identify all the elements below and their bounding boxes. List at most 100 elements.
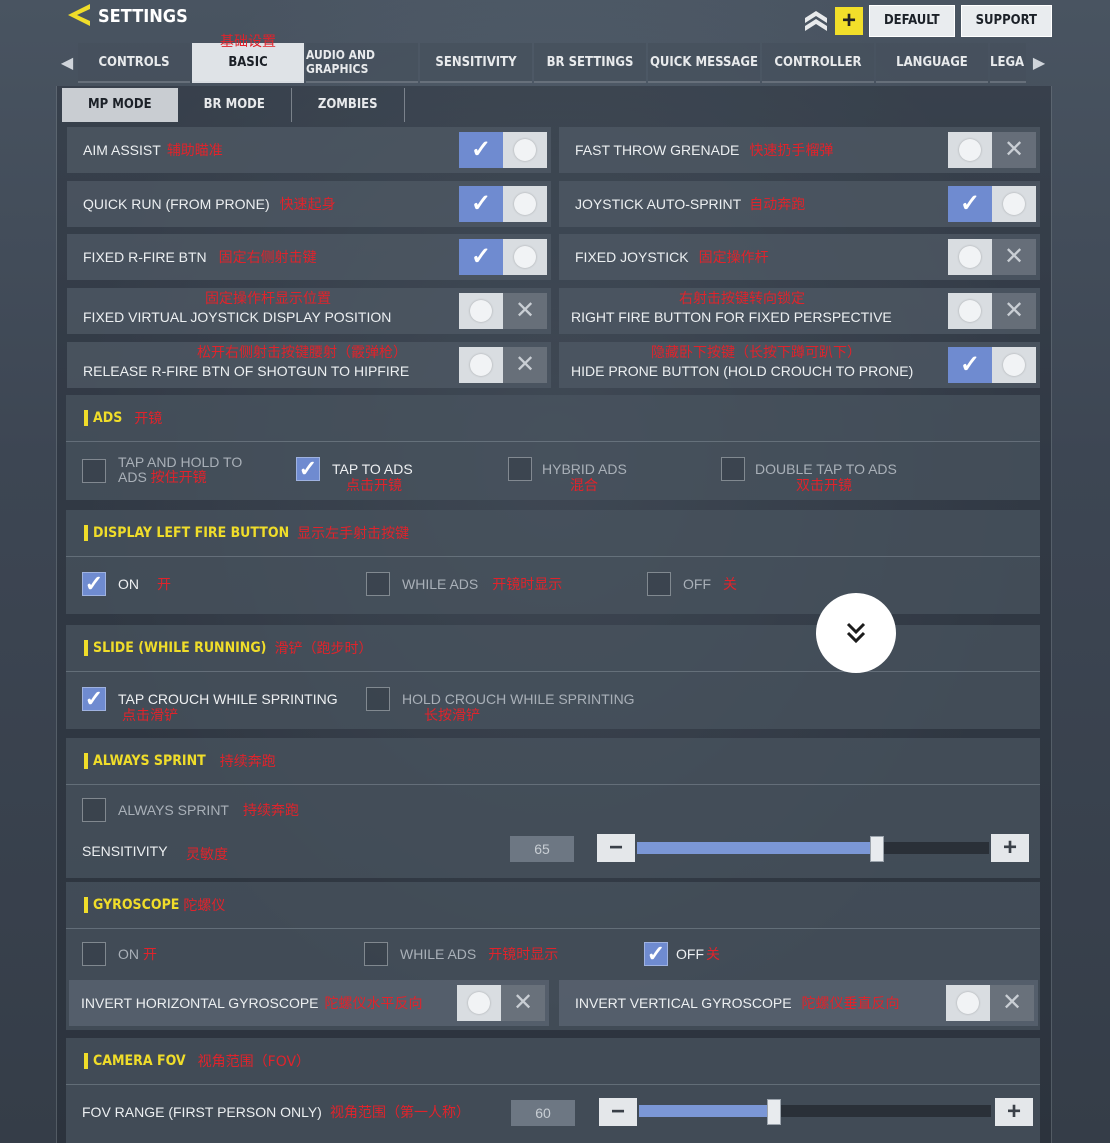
mode-mp[interactable]: MP MODE: [62, 88, 178, 122]
back-arrow-icon[interactable]: [66, 2, 92, 28]
tab-legal[interactable]: LEGA: [990, 43, 1026, 83]
section-header: DISPLAY LEFT FIRE BUTTON 显示左手射击按键: [66, 510, 1040, 557]
gyro-off[interactable]: OFF 关: [644, 942, 720, 966]
checkbox[interactable]: [508, 457, 532, 481]
tab-language[interactable]: LANGUAGE: [876, 43, 988, 83]
section-annotation: 视角范围（FOV）: [197, 1054, 311, 1070]
ads-option-hold[interactable]: TAP AND HOLD TO ADS 按住开镜: [82, 455, 242, 486]
toggle-knob: [470, 300, 492, 322]
setting-annotation: 辅助瞄准: [166, 143, 223, 159]
setting-label: QUICK RUN (FROM PRONE): [83, 196, 270, 212]
slide-tap-option[interactable]: TAP CROUCH WHILE SPRINTING: [82, 687, 338, 711]
tab-audio-graphics[interactable]: AUDIO AND GRAPHICS: [306, 43, 418, 83]
add-currency-button[interactable]: +: [834, 7, 863, 35]
checkbox[interactable]: [82, 942, 106, 966]
checkbox[interactable]: [296, 457, 320, 481]
left-fire-off[interactable]: OFF 关: [647, 572, 737, 596]
option-annotation: 按住开镜: [150, 470, 207, 486]
fov-minus-button[interactable]: −: [599, 1098, 637, 1126]
sensitivity-minus-button[interactable]: −: [597, 834, 635, 862]
tab-sensitivity[interactable]: SENSITIVITY: [420, 43, 532, 83]
sensitivity-slider-track[interactable]: [637, 836, 989, 862]
checkbox[interactable]: [82, 572, 106, 596]
fov-value[interactable]: 60: [511, 1100, 575, 1126]
tab-left-arrow-icon[interactable]: ◀: [56, 43, 78, 83]
tab-controls[interactable]: CONTROLS: [78, 43, 190, 83]
right-fire-toggle[interactable]: ✕: [948, 293, 1036, 329]
fov-annotation: 视角范围（第一人称）: [330, 1105, 470, 1121]
tab-right-arrow-icon[interactable]: ▶: [1028, 43, 1050, 83]
support-button[interactable]: SUPPORT: [960, 5, 1052, 37]
fast-throw-toggle[interactable]: ✕: [948, 132, 1036, 168]
fixed-rfire-row: FIXED R-FIRE BTN 固定右侧射击键 ✓: [67, 234, 551, 280]
always-sprint-option[interactable]: ALWAYS SPRINT 持续奔跑: [82, 798, 299, 822]
gyro-on[interactable]: ON 开: [82, 942, 157, 966]
ads-option-hybrid[interactable]: HYBRID ADS: [508, 457, 627, 481]
checkbox[interactable]: [644, 942, 668, 966]
section-title: CAMERA FOV: [93, 1053, 186, 1069]
checkbox[interactable]: [647, 572, 671, 596]
toggle-knob: [957, 992, 979, 1014]
left-fire-while-ads[interactable]: WHILE ADS 开镜时显示: [366, 572, 562, 596]
quick-run-row: QUICK RUN (FROM PRONE) 快速起身 ✓: [67, 181, 551, 227]
quick-run-toggle[interactable]: ✓: [459, 186, 547, 222]
release-rfire-toggle[interactable]: ✕: [459, 347, 547, 383]
check-icon: ✓: [959, 190, 981, 217]
joystick-sprint-row: JOYSTICK AUTO-SPRINT 自动奔跑 ✓: [559, 181, 1040, 227]
option-annotation: 点击开镜: [346, 478, 402, 494]
tab-br-settings[interactable]: BR SETTINGS: [534, 43, 646, 83]
check-icon: ✓: [959, 351, 981, 378]
sensitivity-plus-button[interactable]: +: [991, 834, 1029, 862]
section-title: ALWAYS SPRINT: [93, 753, 206, 769]
default-button[interactable]: DEFAULT: [868, 5, 955, 37]
fast-throw-row: FAST THROW GRENADE 快速扔手榴弹 ✕: [559, 127, 1040, 173]
joystick-sprint-toggle[interactable]: ✓: [948, 186, 1036, 222]
fov-slider-thumb[interactable]: [766, 1099, 781, 1125]
invert-horizontal-toggle[interactable]: ✕: [457, 985, 545, 1021]
toggle-knob: [959, 139, 981, 161]
checkbox[interactable]: [82, 458, 106, 483]
tab-controller[interactable]: CONTROLLER: [762, 43, 874, 83]
checkbox[interactable]: [721, 457, 745, 481]
slide-hold-option[interactable]: HOLD CROUCH WHILE SPRINTING: [366, 687, 635, 711]
option-label: WHILE ADS: [402, 576, 479, 592]
tab-basic[interactable]: 基础设置 BASIC: [192, 34, 304, 83]
fov-slider-fill: [639, 1105, 773, 1117]
fixed-virtual-toggle[interactable]: ✕: [459, 293, 547, 329]
checkbox[interactable]: [366, 572, 390, 596]
fixed-joystick-row: FIXED JOYSTICK 固定操作杆 ✕: [559, 234, 1040, 280]
checkbox[interactable]: [82, 798, 106, 822]
aim-assist-toggle[interactable]: ✓: [459, 132, 547, 168]
section-title: SLIDE (WHILE RUNNING): [93, 640, 267, 656]
x-icon: ✕: [1003, 297, 1025, 324]
invert-vertical-toggle[interactable]: ✕: [946, 985, 1034, 1021]
invert-vertical-row: INVERT VERTICAL GYROSCOPE 陀螺仪垂直反向 ✕: [559, 980, 1038, 1026]
checkbox[interactable]: [366, 687, 390, 711]
sensitivity-value[interactable]: 65: [510, 836, 574, 862]
fixed-rfire-toggle[interactable]: ✓: [459, 239, 547, 275]
checkbox[interactable]: [82, 687, 106, 711]
setting-label: FAST THROW GRENADE: [575, 142, 740, 158]
toggle-knob: [959, 246, 981, 268]
fov-plus-button[interactable]: +: [995, 1098, 1033, 1126]
toggle-knob: [514, 139, 536, 161]
hide-prone-toggle[interactable]: ✓: [948, 347, 1036, 383]
mode-zombies[interactable]: ZOMBIES: [292, 88, 405, 122]
fov-slider-track[interactable]: [639, 1099, 991, 1125]
mode-br[interactable]: BR MODE: [178, 88, 292, 122]
setting-label: RIGHT FIRE BUTTON FOR FIXED PERSPECTIVE: [571, 309, 892, 325]
fixed-joystick-toggle[interactable]: ✕: [948, 239, 1036, 275]
toggle-knob: [468, 992, 490, 1014]
sensitivity-slider-thumb[interactable]: [870, 836, 885, 862]
always-sprint-section: ALWAYS SPRINT 持续奔跑 ALWAYS SPRINT 持续奔跑 SE…: [66, 738, 1040, 878]
left-fire-on[interactable]: ON 开: [82, 572, 171, 596]
setting-annotation: 快速扔手榴弹: [749, 143, 834, 159]
tab-quick-message[interactable]: QUICK MESSAGE: [648, 43, 760, 83]
section-title: ADS: [93, 410, 123, 426]
right-fire-row: 右射击按键转向锁定 RIGHT FIRE BUTTON FOR FIXED PE…: [559, 288, 1040, 334]
scroll-down-button[interactable]: [816, 593, 896, 673]
setting-label: FIXED R-FIRE BTN: [83, 249, 207, 265]
checkbox[interactable]: [364, 942, 388, 966]
gyro-while-ads[interactable]: WHILE ADS 开镜时显示: [364, 942, 558, 966]
setting-label: FIXED VIRTUAL JOYSTICK DISPLAY POSITION: [83, 309, 392, 325]
